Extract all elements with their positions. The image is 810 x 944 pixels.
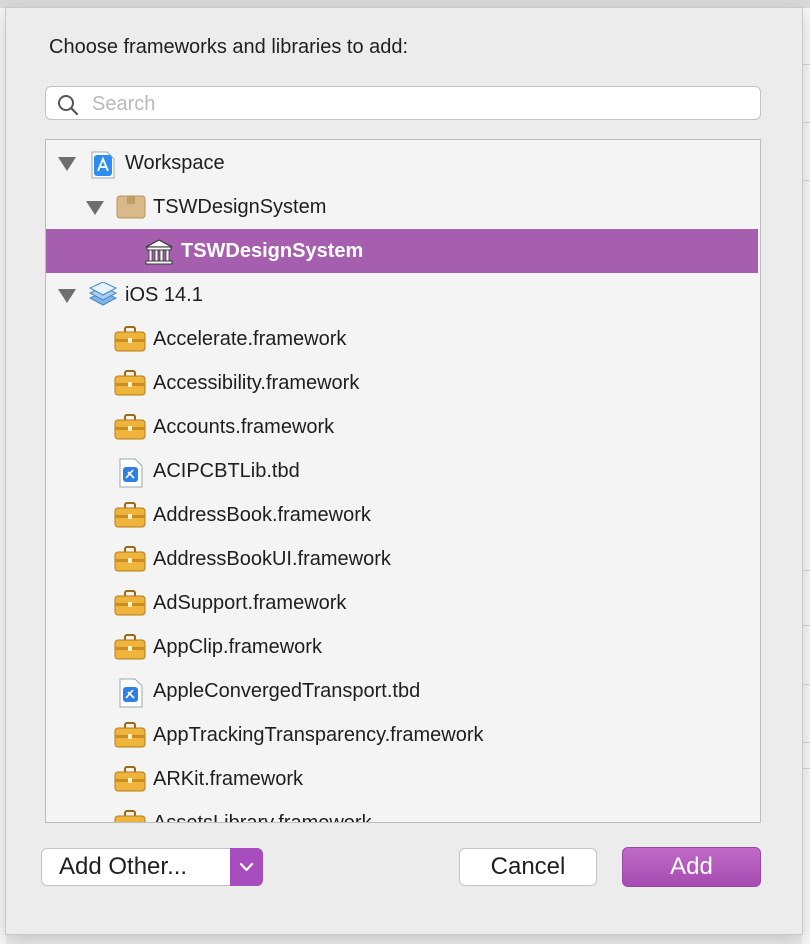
toolbox-icon — [114, 370, 146, 396]
list-item-tbd[interactable]: ACIPCBTLib.tbd — [46, 449, 758, 493]
disclosure-triangle-icon[interactable] — [58, 289, 76, 303]
tbd-file-icon — [118, 678, 146, 708]
chevron-down-icon[interactable] — [230, 848, 263, 886]
list-item-framework[interactable]: AddressBook.framework — [46, 493, 758, 537]
toolbox-icon — [114, 810, 146, 822]
tbd-file-icon — [118, 458, 146, 488]
list-item-label: TSWDesignSystem — [181, 240, 364, 262]
package-box-icon — [116, 194, 146, 220]
toolbox-icon — [114, 634, 146, 660]
list-item-framework[interactable]: Accelerate.framework — [46, 317, 758, 361]
background-window-top-strip — [0, 0, 810, 8]
list-item-label: AdSupport.framework — [153, 592, 347, 614]
list-item-label: AppClip.framework — [153, 636, 322, 658]
sdk-stack-icon — [88, 281, 118, 308]
cancel-button[interactable]: Cancel — [459, 848, 597, 886]
list-item-label: TSWDesignSystem — [153, 196, 327, 218]
list-item-label: iOS 14.1 — [125, 284, 203, 306]
list-item-label: Workspace — [125, 152, 225, 174]
list-item-framework[interactable]: AdSupport.framework — [46, 581, 758, 625]
list-item-label: AddressBook.framework — [153, 504, 371, 526]
list-item-sdk[interactable]: iOS 14.1 — [46, 273, 758, 317]
toolbox-icon — [114, 414, 146, 440]
list-item-framework[interactable]: AppClip.framework — [46, 625, 758, 669]
toolbox-icon — [114, 502, 146, 528]
list-item-framework[interactable]: AppTrackingTransparency.framework — [46, 713, 758, 757]
list-item-tbd[interactable]: AppleConvergedTransport.tbd — [46, 669, 758, 713]
toolbox-icon — [114, 546, 146, 572]
add-button[interactable]: Add — [622, 847, 761, 887]
list-item-label: AddressBookUI.framework — [153, 548, 391, 570]
list-item-package[interactable]: TSWDesignSystem — [46, 185, 758, 229]
list-item-label: Accessibility.framework — [153, 372, 360, 394]
disclosure-triangle-icon[interactable] — [86, 201, 104, 215]
library-columns-icon — [144, 238, 173, 265]
add-other-button[interactable]: Add Other... — [41, 848, 263, 886]
toolbox-icon — [114, 590, 146, 616]
toolbox-icon — [114, 766, 146, 792]
list-item-framework[interactable]: AddressBookUI.framework — [46, 537, 758, 581]
list-item-label: ACIPCBTLib.tbd — [153, 460, 300, 482]
list-item-framework[interactable]: Accounts.framework — [46, 405, 758, 449]
toolbox-icon — [114, 326, 146, 352]
list-item-framework[interactable]: Accessibility.framework — [46, 361, 758, 405]
dialog-prompt: Choose frameworks and libraries to add: — [49, 36, 409, 58]
search-field[interactable] — [45, 86, 761, 120]
add-frameworks-sheet: Choose frameworks and libraries to add: … — [6, 8, 802, 934]
search-icon — [56, 93, 80, 122]
search-input[interactable] — [90, 91, 744, 117]
list-item-label: Accounts.framework — [153, 416, 335, 438]
list-item-framework[interactable]: ARKit.framework — [46, 757, 758, 801]
add-other-label: Add Other... — [59, 853, 188, 880]
background-window-right-edge — [802, 0, 810, 944]
list-item-label: AppTrackingTransparency.framework — [153, 724, 484, 746]
list-item-framework[interactable]: AssetsLibrary.framework — [46, 801, 758, 823]
framework-list[interactable]: Workspace TSWDesignSystem TSWDesignSyste… — [45, 139, 761, 823]
disclosure-triangle-icon[interactable] — [58, 157, 76, 171]
workspace-app-icon — [89, 150, 117, 179]
list-item-label: ARKit.framework — [153, 768, 304, 790]
list-item-workspace[interactable]: Workspace — [46, 141, 758, 185]
list-item-label: AppleConvergedTransport.tbd — [153, 680, 421, 702]
list-item-label: AssetsLibrary.framework — [153, 812, 372, 823]
toolbox-icon — [114, 722, 146, 748]
list-item-library-selected[interactable]: TSWDesignSystem — [46, 229, 758, 273]
list-item-label: Accelerate.framework — [153, 328, 347, 350]
